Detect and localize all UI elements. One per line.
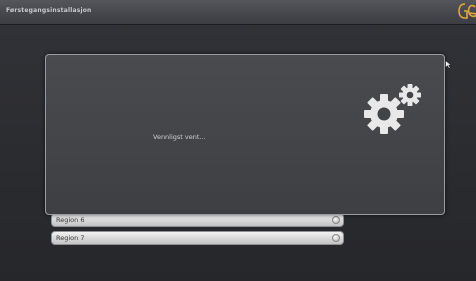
wait-message: Vennligst vent... [153,133,206,141]
list-item[interactable]: Region 6 [51,213,344,227]
radio-button[interactable] [332,234,340,242]
title-bar: Førstegangsinstallasjon [0,0,476,25]
please-wait-dialog: Vennligst vent... [45,54,445,215]
list-item-label: Region 6 [56,216,85,224]
radio-button[interactable] [332,216,340,224]
list-item[interactable]: Region 7 [51,231,344,245]
mouse-cursor-icon [445,60,452,69]
window-title: Førstegangsinstallasjon [6,7,92,14]
screen: Førstegangsinstallasjon Region 6 Region … [0,0,476,281]
brand-logo-icon [458,3,476,19]
gears-icon [364,84,421,134]
list-item-label: Region 7 [56,234,85,242]
